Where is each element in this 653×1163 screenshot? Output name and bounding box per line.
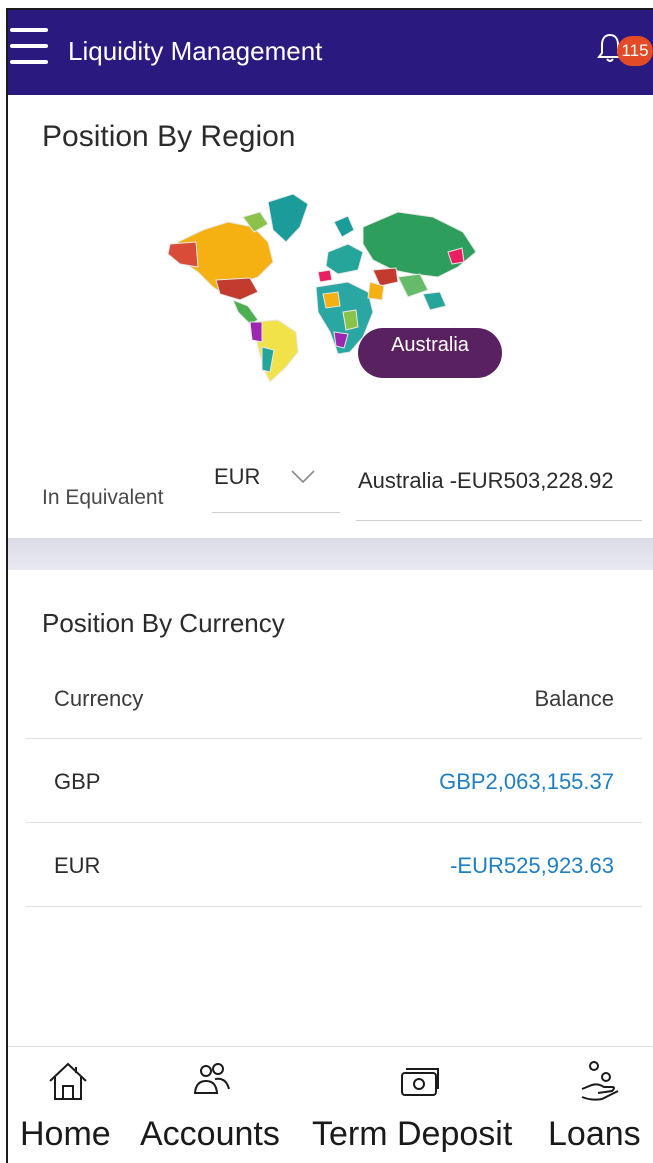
region-value-field: Australia -EUR503,228.92 bbox=[356, 460, 642, 521]
currency-select[interactable]: EUR bbox=[212, 460, 340, 513]
loans-icon bbox=[581, 1061, 619, 1101]
page-title: Liquidity Management bbox=[68, 36, 323, 66]
tab-home-label: Home bbox=[20, 1115, 111, 1153]
tab-home[interactable]: Home bbox=[20, 1047, 130, 1163]
chevron-down-icon bbox=[291, 470, 315, 484]
tab-loans-label: Loans bbox=[548, 1115, 641, 1153]
term-deposit-icon bbox=[401, 1068, 439, 1096]
currency-table: Currency Balance GBP GBP2,063,155.37 EUR… bbox=[26, 670, 642, 907]
table-row: EUR -EUR525,923.63 bbox=[26, 823, 642, 907]
bottom-tab-bar: Home Accounts Term Deposit Loans bbox=[8, 1046, 653, 1163]
currency-section-title: Position By Currency bbox=[42, 608, 285, 638]
tab-term-deposit[interactable]: Term Deposit bbox=[312, 1047, 532, 1163]
home-icon bbox=[49, 1062, 87, 1100]
currency-select-value: EUR bbox=[214, 464, 261, 489]
app-header: Liquidity Management 115 bbox=[8, 10, 653, 95]
map-tooltip: Australia bbox=[358, 328, 502, 378]
table-row: GBP GBP2,063,155.37 bbox=[26, 739, 642, 823]
notification-badge[interactable]: 115 bbox=[617, 36, 653, 66]
currency-cell: EUR bbox=[54, 853, 101, 878]
accounts-icon bbox=[193, 1063, 230, 1094]
balance-link[interactable]: GBP2,063,155.37 bbox=[439, 769, 614, 795]
column-header-balance: Balance bbox=[534, 686, 614, 711]
column-header-currency: Currency bbox=[54, 686, 144, 711]
menu-icon[interactable] bbox=[10, 28, 48, 68]
currency-cell: GBP bbox=[54, 769, 101, 794]
tab-accounts[interactable]: Accounts bbox=[138, 1047, 298, 1163]
tab-accounts-label: Accounts bbox=[140, 1115, 280, 1153]
tab-term-deposit-label: Term Deposit bbox=[312, 1115, 513, 1153]
region-section-title: Position By Region bbox=[42, 120, 296, 153]
in-equivalent-label: In Equivalent bbox=[42, 486, 164, 509]
app-frame: Liquidity Management 115 Position By Reg… bbox=[6, 8, 653, 1163]
balance-link[interactable]: -EUR525,923.63 bbox=[450, 853, 614, 879]
table-header-row: Currency Balance bbox=[26, 670, 642, 739]
tab-loans[interactable]: Loans bbox=[548, 1047, 648, 1163]
region-value-text: Australia -EUR503,228.92 bbox=[358, 468, 614, 493]
section-divider bbox=[8, 538, 653, 570]
